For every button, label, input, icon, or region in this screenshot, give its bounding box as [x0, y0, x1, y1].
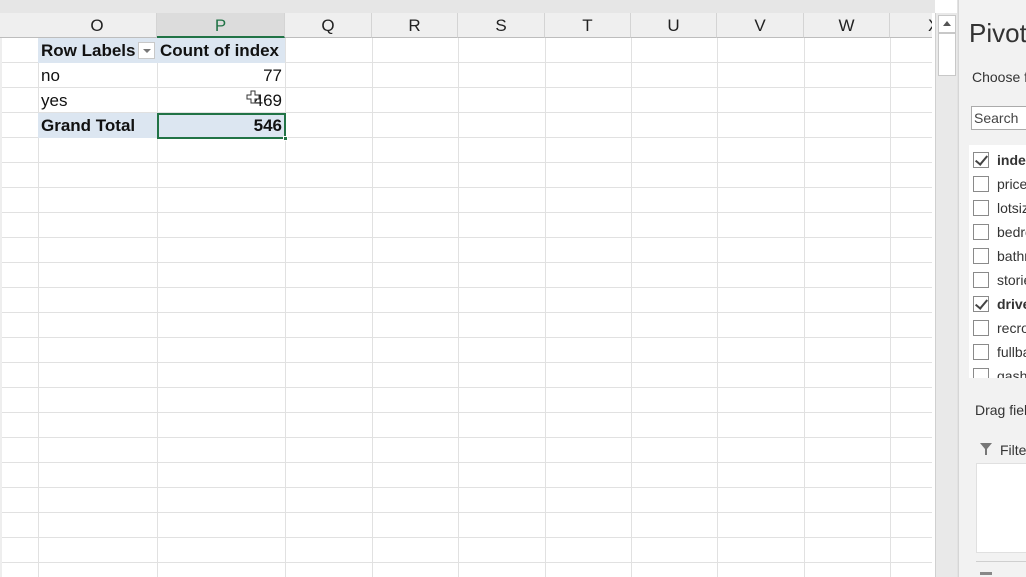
field-name: recroom — [997, 320, 1026, 336]
field-item-fullbase[interactable]: fullbase — [973, 340, 1026, 364]
drag-fields-label: Drag fields between areas below: — [975, 402, 1026, 418]
column-header-o[interactable]: O — [38, 13, 157, 38]
rows-icon — [980, 572, 992, 575]
column-header-t[interactable]: T — [545, 13, 631, 38]
checkbox-icon[interactable] — [973, 176, 989, 192]
column-header-x[interactable]: X — [890, 13, 932, 38]
fill-handle[interactable] — [283, 136, 288, 141]
field-item-index[interactable]: index — [973, 148, 1026, 172]
row-header-corner — [0, 13, 38, 38]
checkbox-checked-icon[interactable] — [973, 152, 989, 168]
gridline — [372, 38, 373, 577]
checkbox-icon[interactable] — [973, 200, 989, 216]
pivot-fields-panel: PivotTable Fields Choose fields to add t… — [958, 0, 1026, 577]
panel-separator — [957, 0, 958, 577]
gridline — [458, 38, 459, 577]
field-item-recroom[interactable]: recroom — [973, 316, 1026, 340]
checkbox-icon[interactable] — [973, 344, 989, 360]
field-item-bathrms[interactable]: bathrms — [973, 244, 1026, 268]
field-name: fullbase — [997, 344, 1026, 360]
checkbox-icon[interactable] — [973, 248, 989, 264]
pivot-row-label[interactable]: yes — [38, 88, 157, 113]
scroll-thumb[interactable] — [938, 33, 956, 76]
choose-fields-label: Choose fields to add to report: — [972, 69, 1026, 85]
checkbox-checked-icon[interactable] — [973, 296, 989, 312]
checkbox-icon[interactable] — [973, 272, 989, 288]
cell-cursor-icon — [246, 90, 260, 104]
column-header-u[interactable]: U — [631, 13, 717, 38]
field-search-input[interactable]: Search — [971, 106, 1026, 130]
panel-divider — [976, 561, 1026, 562]
pivot-grand-total-value[interactable]: 546 — [157, 113, 285, 138]
row-labels-filter-dropdown[interactable] — [138, 42, 155, 59]
field-name: index — [997, 152, 1026, 168]
row-header-edge — [0, 38, 2, 577]
gridline — [890, 38, 891, 577]
field-name: price — [997, 176, 1026, 192]
filters-area-label: Filters — [1000, 442, 1026, 458]
formula-bar-strip — [0, 0, 935, 13]
field-item-gashw[interactable]: gashw — [973, 364, 1026, 378]
filters-drop-area[interactable] — [976, 463, 1026, 553]
field-item-lotsize[interactable]: lotsize — [973, 196, 1026, 220]
field-name: stories — [997, 272, 1026, 288]
field-item-stories[interactable]: stories — [973, 268, 1026, 292]
pivot-row-value[interactable]: 77 — [157, 63, 285, 88]
worksheet: O P Q R S T U V W X Row Labels Count of … — [0, 0, 935, 577]
field-list: index price lotsize bedrooms bathrms sto… — [969, 145, 1026, 378]
field-item-bedrooms[interactable]: bedrooms — [973, 220, 1026, 244]
vertical-scrollbar[interactable] — [935, 13, 957, 577]
filter-icon — [980, 443, 992, 455]
pivot-row-value[interactable]: 469 — [157, 88, 285, 113]
scroll-up-button[interactable] — [938, 15, 956, 33]
checkbox-icon[interactable] — [973, 320, 989, 336]
field-name: lotsize — [997, 200, 1026, 216]
column-header-v[interactable]: V — [717, 13, 804, 38]
field-name: driveway — [997, 296, 1026, 312]
field-name: bathrms — [997, 248, 1026, 264]
column-header-p[interactable]: P — [157, 13, 285, 38]
gridline — [804, 38, 805, 577]
panel-title: PivotTable Fields — [969, 18, 1026, 48]
pivot-grand-total-label[interactable]: Grand Total — [38, 113, 157, 138]
gridline — [545, 38, 546, 577]
field-item-price[interactable]: price — [973, 172, 1026, 196]
column-header-w[interactable]: W — [804, 13, 890, 38]
checkbox-icon[interactable] — [973, 224, 989, 240]
field-name: gashw — [997, 368, 1026, 378]
gridline — [631, 38, 632, 577]
checkbox-icon[interactable] — [973, 368, 989, 378]
gridline — [717, 38, 718, 577]
gridline — [285, 38, 286, 577]
pivot-value-header[interactable]: Count of index — [157, 38, 285, 63]
field-item-driveway[interactable]: driveway — [973, 292, 1026, 316]
field-name: bedrooms — [997, 224, 1026, 240]
column-header-s[interactable]: S — [458, 13, 545, 38]
column-header-r[interactable]: R — [372, 13, 458, 38]
column-header-q[interactable]: Q — [285, 13, 372, 38]
pivot-row-label[interactable]: no — [38, 63, 157, 88]
